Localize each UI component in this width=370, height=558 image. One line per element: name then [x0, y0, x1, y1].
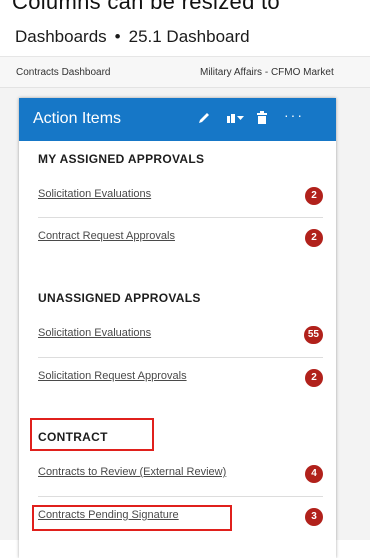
- count-badge: 3: [305, 508, 323, 526]
- dashboard-canvas: Action Items ··· MY ASSIGNED APPROVALS S…: [0, 88, 370, 558]
- highlight-box: [32, 505, 232, 531]
- count-badge: 4: [305, 465, 323, 483]
- card-title: Action Items: [33, 110, 122, 127]
- breadcrumb-current: 25.1 Dashboard: [128, 27, 250, 46]
- list-item[interactable]: Solicitation Evaluations 2: [38, 176, 323, 216]
- caption-text: Columns can be resized to: [12, 0, 280, 14]
- tab-military-affairs[interactable]: Military Affairs - CFMO Market: [200, 67, 334, 78]
- item-link[interactable]: Contract Request Approvals: [38, 230, 175, 242]
- count-badge: 2: [305, 229, 323, 247]
- item-link[interactable]: Solicitation Request Approvals: [38, 370, 187, 382]
- item-link[interactable]: Solicitation Evaluations: [38, 188, 151, 200]
- sort-icon[interactable]: [225, 111, 245, 130]
- delete-icon[interactable]: [256, 111, 268, 130]
- highlight-box: [30, 418, 154, 451]
- count-badge: 2: [305, 187, 323, 205]
- item-link[interactable]: Solicitation Evaluations: [38, 327, 151, 339]
- section-heading-my-assigned: MY ASSIGNED APPROVALS: [38, 152, 205, 166]
- list-item[interactable]: Solicitation Request Approvals 2: [38, 358, 323, 398]
- section-heading-unassigned: UNASSIGNED APPROVALS: [38, 291, 201, 305]
- count-badge: 55: [303, 326, 323, 344]
- edit-icon[interactable]: [197, 111, 211, 130]
- list-item[interactable]: Contracts to Review (External Review) 4: [38, 454, 323, 494]
- breadcrumb-separator: •: [114, 27, 121, 46]
- list-item[interactable]: Contract Request Approvals 2: [38, 218, 323, 258]
- more-icon[interactable]: ···: [284, 107, 304, 123]
- top-bar: Dashboards • 25.1 Dashboard: [0, 18, 370, 57]
- breadcrumb-root[interactable]: Dashboards: [15, 27, 107, 46]
- dashboard-tabs: Contracts Dashboard Military Affairs - C…: [0, 57, 370, 88]
- count-badge: 2: [305, 369, 323, 387]
- item-link[interactable]: Contracts to Review (External Review): [38, 466, 226, 478]
- card-header: Action Items ···: [19, 98, 336, 141]
- tab-contracts-dashboard[interactable]: Contracts Dashboard: [16, 67, 111, 78]
- breadcrumb: Dashboards • 25.1 Dashboard: [15, 27, 250, 47]
- action-items-card: Action Items ··· MY ASSIGNED APPROVALS S…: [19, 98, 336, 558]
- list-item[interactable]: Solicitation Evaluations 55: [38, 315, 323, 355]
